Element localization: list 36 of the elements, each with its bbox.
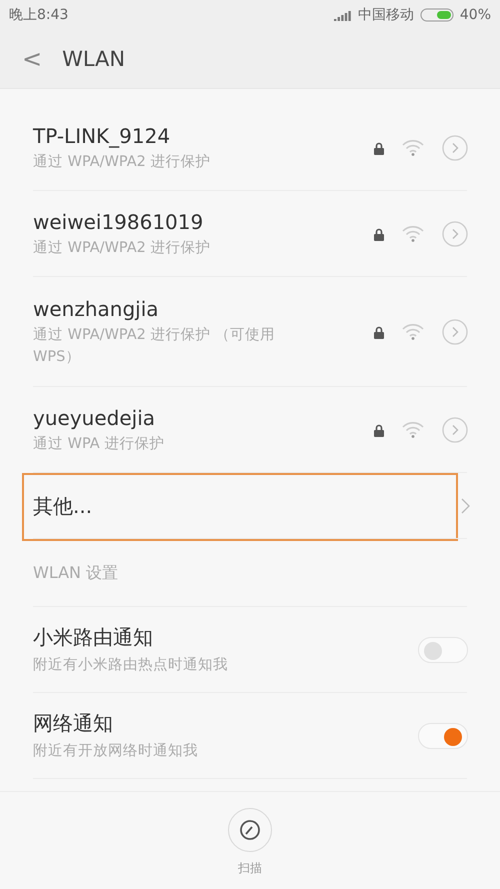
setting-title: 网络通知 xyxy=(33,710,114,737)
other-network-label[interactable]: 其他... xyxy=(33,492,461,520)
wifi-icon xyxy=(402,226,424,242)
signal-icon xyxy=(334,10,352,20)
network-name: wenzhangjia xyxy=(33,296,160,320)
network-security: 通过 WPA/WPA2 进行保护 xyxy=(33,152,212,172)
network-security: 通过 WPA/WPA2 进行保护 xyxy=(33,238,212,258)
page-title: WLAN xyxy=(62,47,126,71)
setting-title: 小米路由通知 xyxy=(33,624,154,651)
wifi-icon xyxy=(402,422,424,438)
carrier-name: 中国移动 xyxy=(358,6,414,24)
network-item[interactable]: TP-LINK_9124 通过 WPA/WPA2 进行保护 xyxy=(0,105,500,191)
gauge-icon xyxy=(239,819,261,841)
network-item[interactable]: wenzhangjia 通过 WPA/WPA2 进行保护 （可使用 WPS） xyxy=(0,277,500,387)
section-header: WLAN 设置 xyxy=(33,562,118,584)
setting-description: 附近有小米路由热点时通知我 xyxy=(33,656,229,675)
network-item[interactable]: weiwei19861019 通过 WPA/WPA2 进行保护 xyxy=(0,191,500,277)
wifi-icon xyxy=(402,140,424,156)
battery-icon xyxy=(420,8,454,22)
toggle-switch[interactable] xyxy=(418,723,468,749)
chevron-circle-icon[interactable] xyxy=(442,319,468,345)
toggle-switch[interactable] xyxy=(418,637,468,663)
network-name: weiwei19861019 xyxy=(33,210,204,234)
network-item[interactable]: yueyuedejia 通过 WPA 进行保护 xyxy=(0,387,500,473)
status-time: 晚上8:43 xyxy=(9,6,68,24)
network-security: 通过 WPA 进行保护 xyxy=(33,434,166,454)
chevron-circle-icon[interactable] xyxy=(442,221,468,247)
chevron-circle-icon[interactable] xyxy=(442,135,468,161)
wifi-icon xyxy=(402,324,424,340)
chevron-circle-icon[interactable] xyxy=(442,417,468,443)
network-name: TP-LINK_9124 xyxy=(33,124,172,148)
chevron-icon xyxy=(461,498,470,514)
setting-description: 附近有开放网络时通知我 xyxy=(33,742,199,761)
battery-percent: 40% xyxy=(460,7,491,23)
network-security: 通过 WPA/WPA2 进行保护 （可使用 WPS） xyxy=(33,326,276,366)
network-name: yueyuedejia xyxy=(33,406,156,430)
